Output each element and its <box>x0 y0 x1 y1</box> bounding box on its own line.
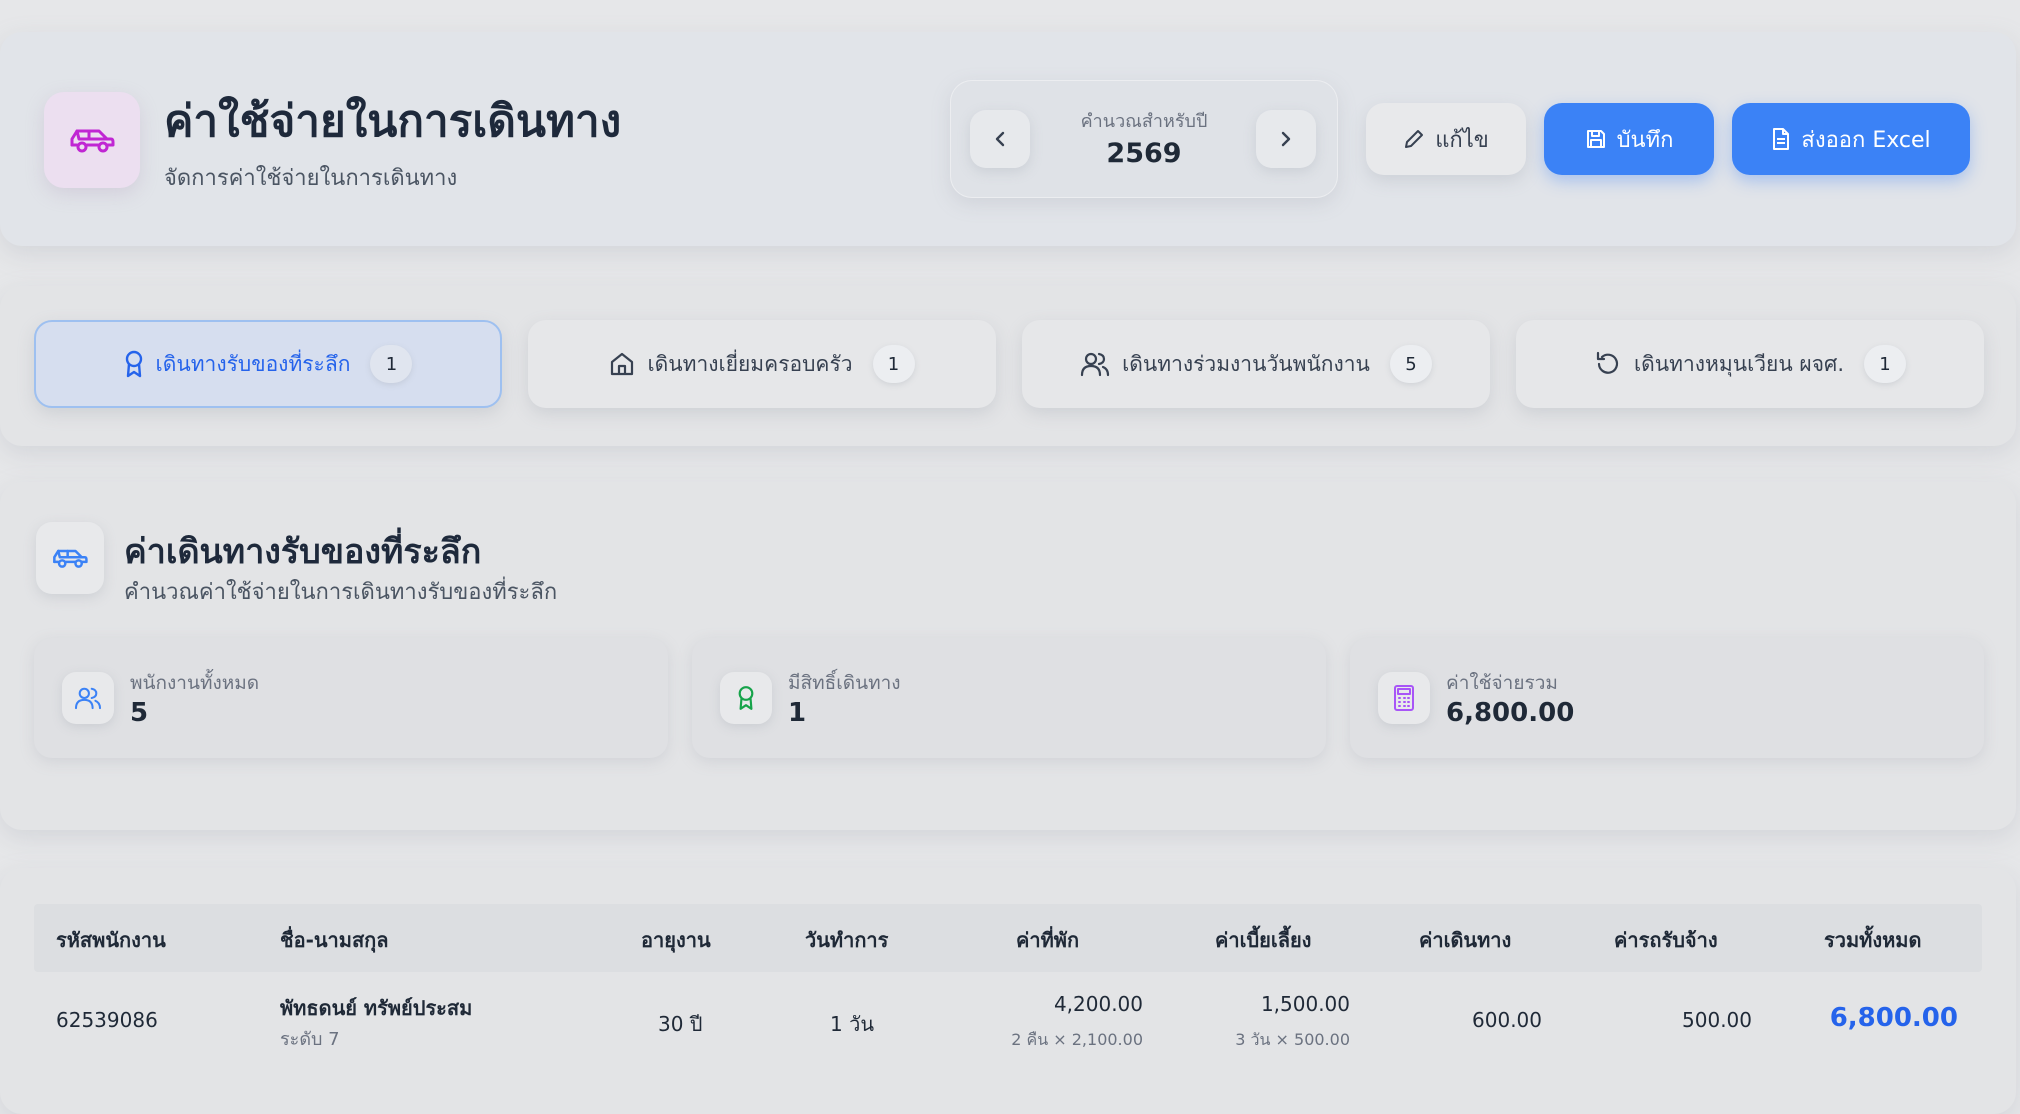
tab-count-badge: 1 <box>872 345 915 383</box>
cell-taxi: 500.00 <box>1682 1008 1752 1032</box>
section-title: ค่าเดินทางรับของที่ระลึก <box>124 532 482 572</box>
cell-employee-id: 62539086 <box>56 1008 158 1032</box>
section-subtitle: คำนวณค่าใช้จ่ายในการเดินทางรับของที่ระลึ… <box>124 580 558 605</box>
tab-count-badge: 1 <box>1864 345 1907 383</box>
column-header-taxi: ค่ารถรับจ้าง <box>1614 928 1718 952</box>
tab-label: เดินทางร่วมงานวันพนักงาน <box>1122 351 1370 376</box>
rotate-icon <box>1596 351 1618 374</box>
car-icon <box>53 549 88 568</box>
stat-icon <box>62 672 114 724</box>
column-header-lodging: ค่าที่พัก <box>1016 928 1080 952</box>
stat-label: มีสิทธิ์เดินทาง <box>788 672 901 694</box>
column-header-name: ชื่อ-นามสกุล <box>280 928 389 952</box>
year-selector: คำนวณสำหรับปี 2569 <box>950 80 1338 198</box>
column-header-employee-id: รหัสพนักงาน <box>56 928 166 952</box>
cell-work-days: 1 วัน <box>830 1012 874 1036</box>
award-icon <box>125 350 142 378</box>
users-icon <box>1080 352 1110 377</box>
next-year-button[interactable] <box>1256 110 1316 168</box>
cell-name: พัทธดนย์ ทรัพย์ประสม <box>280 996 473 1020</box>
stat-label: ค่าใช้จ่ายรวม <box>1446 672 1558 694</box>
cell-allowance: 1,500.00 <box>1260 992 1350 1016</box>
stat-total-employees: พนักงานทั้งหมด 5 <box>34 638 668 758</box>
stat-icon <box>1378 672 1430 724</box>
stat-icon <box>720 672 772 724</box>
tab-souvenir-travel[interactable]: เดินทางรับของที่ระลึก 1 <box>34 320 502 408</box>
cell-travel: 600.00 <box>1472 1008 1542 1032</box>
save-button[interactable]: บันทึก <box>1544 103 1714 175</box>
tab-count-badge: 5 <box>1389 345 1432 383</box>
column-header-tenure: อายุงาน <box>641 928 711 952</box>
column-header-work-days: วันทำการ <box>805 928 889 952</box>
tab-label: เดินทางรับของที่ระลึก <box>155 351 351 376</box>
award-icon <box>738 686 754 710</box>
tab-family-visit[interactable]: เดินทางเยี่ยมครอบครัว 1 <box>528 320 996 408</box>
export-button-label: ส่งออก Excel <box>1801 127 1931 153</box>
stat-value: 6,800.00 <box>1446 698 1575 728</box>
file-text-icon <box>1773 128 1790 150</box>
stat-label: พนักงานทั้งหมด <box>130 672 260 694</box>
tab-label: เดินทางเยี่ยมครอบครัว <box>647 351 853 376</box>
calculator-icon <box>1394 685 1414 711</box>
save-button-label: บันทึก <box>1616 127 1674 153</box>
edit-button-label: แก้ไข <box>1435 127 1489 153</box>
stat-eligible: มีสิทธิ์เดินทาง 1 <box>692 638 1326 758</box>
cell-lodging-detail: 2 คืน × 2,100.00 <box>1011 1030 1143 1049</box>
stat-value: 5 <box>130 698 149 728</box>
column-header-travel: ค่าเดินทาง <box>1419 928 1512 952</box>
page-title: ค่าใช้จ่ายในการเดินทาง <box>164 96 622 147</box>
stat-value: 1 <box>788 698 807 728</box>
tab-employee-day[interactable]: เดินทางร่วมงานวันพนักงาน 5 <box>1022 320 1490 408</box>
home-icon <box>611 352 634 376</box>
column-header-allowance: ค่าเบี้ยเลี้ยง <box>1215 928 1312 952</box>
pencil-icon <box>1405 130 1424 148</box>
tab-rotation-travel[interactable]: เดินทางหมุนเวียน ผจศ. 1 <box>1516 320 1984 408</box>
save-icon <box>1586 130 1605 148</box>
export-excel-button[interactable]: ส่งออก Excel <box>1732 103 1970 175</box>
cell-allowance-detail: 3 วัน × 500.00 <box>1235 1030 1350 1049</box>
cell-total: 6,800.00 <box>1829 1003 1958 1033</box>
section-icon <box>36 522 104 594</box>
app-logo <box>44 92 140 188</box>
edit-button[interactable]: แก้ไข <box>1366 103 1526 175</box>
chevron-right-icon <box>1281 131 1291 147</box>
stat-total-cost: ค่าใช้จ่ายรวม 6,800.00 <box>1350 638 1984 758</box>
tab-count-badge: 1 <box>370 345 413 383</box>
cell-lodging: 4,200.00 <box>1053 992 1143 1016</box>
column-header-total: รวมทั้งหมด <box>1824 928 1922 952</box>
cell-level: ระดับ 7 <box>280 1029 340 1050</box>
page-subtitle: จัดการค่าใช้จ่ายในการเดินทาง <box>164 166 458 191</box>
car-icon <box>70 129 115 153</box>
tab-label: เดินทางหมุนเวียน ผจศ. <box>1633 351 1845 376</box>
cell-tenure: 30 ปี <box>658 1012 703 1036</box>
users-icon <box>74 687 102 710</box>
